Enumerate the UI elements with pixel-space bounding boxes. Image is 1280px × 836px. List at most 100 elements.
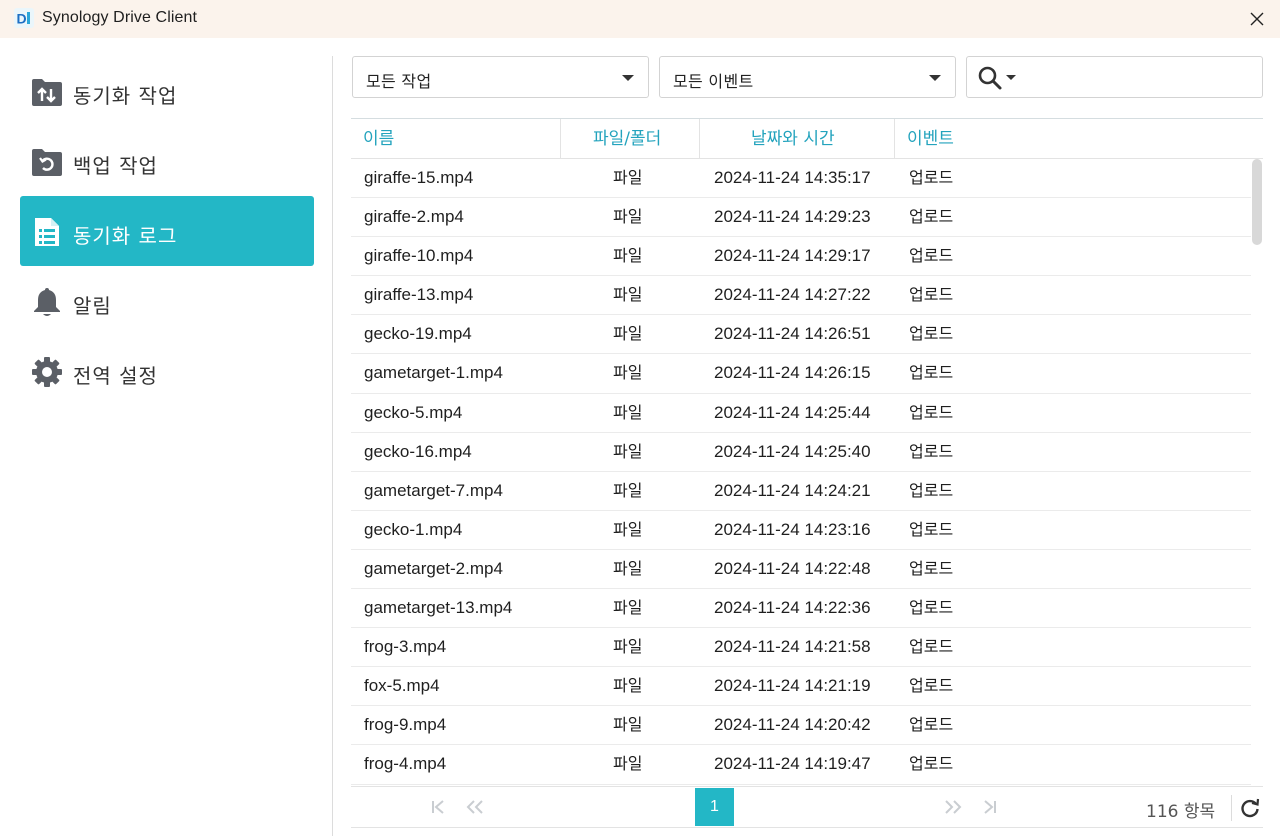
chevron-down-icon (622, 75, 634, 81)
table-row[interactable]: fox-5.mp4 파일 2024-11-24 14:21:19 업로드 (351, 667, 1251, 707)
table-row[interactable]: giraffe-15.mp4 파일 2024-11-24 14:35:17 업로드 (351, 159, 1251, 199)
file-name-cell: gecko-1.mp4 (364, 519, 463, 539)
column-header-type[interactable]: 파일/폴더 (593, 119, 661, 159)
event-cell: 업로드 (909, 168, 954, 187)
file-name-cell: giraffe-10.mp4 (364, 246, 474, 266)
total-items-count: 116 항목 (1146, 802, 1216, 822)
file-type-cell: 파일 (613, 285, 643, 305)
backup-folder-icon (30, 145, 64, 179)
task-filter-value: 모든 작업 (366, 72, 432, 91)
column-header-datetime[interactable]: 날짜와 시간 (751, 119, 835, 159)
event-cell: 업로드 (909, 285, 954, 305)
close-button[interactable] (1242, 4, 1272, 34)
table-row[interactable]: giraffe-13.mp4 파일 2024-11-24 14:27:22 업로드 (351, 276, 1251, 316)
sidebar-item-label: 알림 (73, 294, 112, 318)
first-page-button[interactable] (427, 795, 451, 819)
table-scrollbar[interactable] (1252, 159, 1262, 784)
table-row[interactable]: gecko-1.mp4 파일 2024-11-24 14:23:16 업로드 (351, 511, 1251, 550)
file-name-cell: gametarget-7.mp4 (364, 480, 503, 500)
file-name-cell: gecko-19.mp4 (364, 324, 472, 344)
table-row[interactable]: gecko-16.mp4 파일 2024-11-24 14:25:40 업로드 (351, 433, 1251, 472)
table-row[interactable]: frog-3.mp4 파일 2024-11-24 14:21:58 업로드 (351, 628, 1251, 668)
scrollbar-thumb[interactable] (1252, 159, 1262, 245)
datetime-cell: 2024-11-24 14:24:21 (714, 480, 871, 500)
sidebar-item-label: 동기화 작업 (73, 84, 178, 108)
event-cell: 업로드 (909, 558, 954, 578)
search-box (966, 56, 1263, 98)
file-type-cell: 파일 (613, 480, 643, 500)
search-input[interactable] (1019, 63, 1255, 91)
sidebar-item-sync-log[interactable]: 동기화 로그 (20, 196, 314, 266)
sidebar-item-sync-tasks[interactable]: 동기화 작업 (20, 56, 314, 126)
datetime-cell: 2024-11-24 14:26:51 (714, 324, 871, 344)
sidebar-item-notifications[interactable]: 알림 (20, 266, 314, 336)
file-name-cell: frog-3.mp4 (364, 637, 447, 657)
file-type-cell: 파일 (613, 246, 643, 266)
datetime-cell: 2024-11-24 14:29:23 (714, 207, 871, 227)
table-row[interactable]: giraffe-2.mp4 파일 2024-11-24 14:29:23 업로드 (351, 198, 1251, 238)
table-row[interactable]: gametarget-13.mp4 파일 2024-11-24 14:22:36 업로… (351, 589, 1251, 629)
sidebar-item-label: 전역 설정 (73, 364, 158, 388)
table-row[interactable]: gametarget-1.mp4 파일 2024-11-24 14:26:15 업로드 (351, 354, 1251, 394)
file-type-cell: 파일 (613, 715, 643, 735)
close-icon (1250, 12, 1264, 26)
file-name-cell: gecko-16.mp4 (364, 441, 472, 461)
column-header-event[interactable]: 이벤트 (907, 119, 954, 159)
refresh-icon[interactable] (1239, 797, 1261, 819)
sidebar: 동기화 작업 백업 작업 동기화 로그 알림 전역 설정 (0, 38, 332, 836)
last-page-icon (984, 800, 996, 814)
file-type-cell: 파일 (613, 598, 643, 618)
task-filter-dropdown[interactable]: 모든 작업 (352, 56, 649, 98)
event-cell: 업로드 (909, 598, 954, 618)
column-header-name[interactable]: 이름 (363, 119, 394, 159)
sidebar-item-global-settings[interactable]: 전역 설정 (20, 336, 314, 406)
search-options-caret-icon[interactable] (1006, 75, 1016, 80)
current-page-button[interactable]: 1 (695, 788, 734, 826)
pagination-bar: 1 116 항목 (351, 786, 1263, 828)
previous-page-button[interactable] (463, 795, 487, 819)
event-cell: 업로드 (909, 324, 954, 344)
event-cell: 업로드 (909, 519, 954, 539)
table-row[interactable]: gecko-19.mp4 파일 2024-11-24 14:26:51 업로드 (351, 315, 1251, 355)
file-type-cell: 파일 (613, 558, 643, 578)
file-type-cell: 파일 (613, 168, 643, 187)
event-cell: 업로드 (909, 441, 954, 461)
file-name-cell: giraffe-15.mp4 (364, 168, 474, 187)
file-name-cell: giraffe-13.mp4 (364, 285, 474, 305)
pagination-divider (1231, 795, 1232, 821)
table-row[interactable]: gecko-5.mp4 파일 2024-11-24 14:25:44 업로드 (351, 394, 1251, 433)
table-row[interactable]: giraffe-10.mp4 파일 2024-11-24 14:29:17 업로드 (351, 237, 1251, 277)
event-cell: 업로드 (909, 207, 954, 227)
event-cell: 업로드 (909, 246, 954, 266)
file-name-cell: fox-5.mp4 (364, 676, 440, 696)
event-cell: 업로드 (909, 402, 954, 422)
sidebar-item-backup-tasks[interactable]: 백업 작업 (20, 126, 314, 196)
datetime-cell: 2024-11-24 14:21:58 (714, 637, 871, 657)
window-title: Synology Drive Client (42, 9, 198, 26)
table-header: 이름 파일/폴더 날짜와 시간 이벤트 (351, 118, 1263, 159)
table-row[interactable]: frog-9.mp4 파일 2024-11-24 14:20:42 업로드 (351, 706, 1251, 746)
table-row[interactable]: gametarget-2.mp4 파일 2024-11-24 14:22:48 업로드 (351, 550, 1251, 590)
event-cell: 업로드 (909, 480, 954, 500)
file-name-cell: gametarget-2.mp4 (364, 558, 503, 578)
file-type-cell: 파일 (613, 402, 643, 422)
search-icon[interactable] (977, 65, 1003, 91)
table-row[interactable]: gametarget-7.mp4 파일 2024-11-24 14:24:21 업로드 (351, 472, 1251, 511)
event-cell: 업로드 (909, 715, 954, 735)
file-type-cell: 파일 (613, 324, 643, 344)
table-row[interactable]: frog-4.mp4 파일 2024-11-24 14:19:47 업로드 (351, 745, 1251, 785)
datetime-cell: 2024-11-24 14:29:17 (714, 246, 871, 266)
datetime-cell: 2024-11-24 14:26:15 (714, 363, 871, 383)
datetime-cell: 2024-11-24 14:20:42 (714, 715, 871, 735)
event-filter-value: 모든 이벤트 (673, 72, 754, 91)
last-page-button[interactable] (977, 795, 1001, 819)
file-name-cell: gametarget-13.mp4 (364, 598, 513, 618)
next-page-button[interactable] (941, 795, 965, 819)
file-name-cell: giraffe-2.mp4 (364, 207, 464, 227)
datetime-cell: 2024-11-24 14:23:16 (714, 519, 871, 539)
gear-icon (30, 355, 64, 389)
sidebar-item-label: 백업 작업 (73, 154, 158, 178)
svg-text:D: D (17, 11, 27, 27)
datetime-cell: 2024-11-24 14:19:47 (714, 754, 871, 774)
event-filter-dropdown[interactable]: 모든 이벤트 (659, 56, 956, 98)
